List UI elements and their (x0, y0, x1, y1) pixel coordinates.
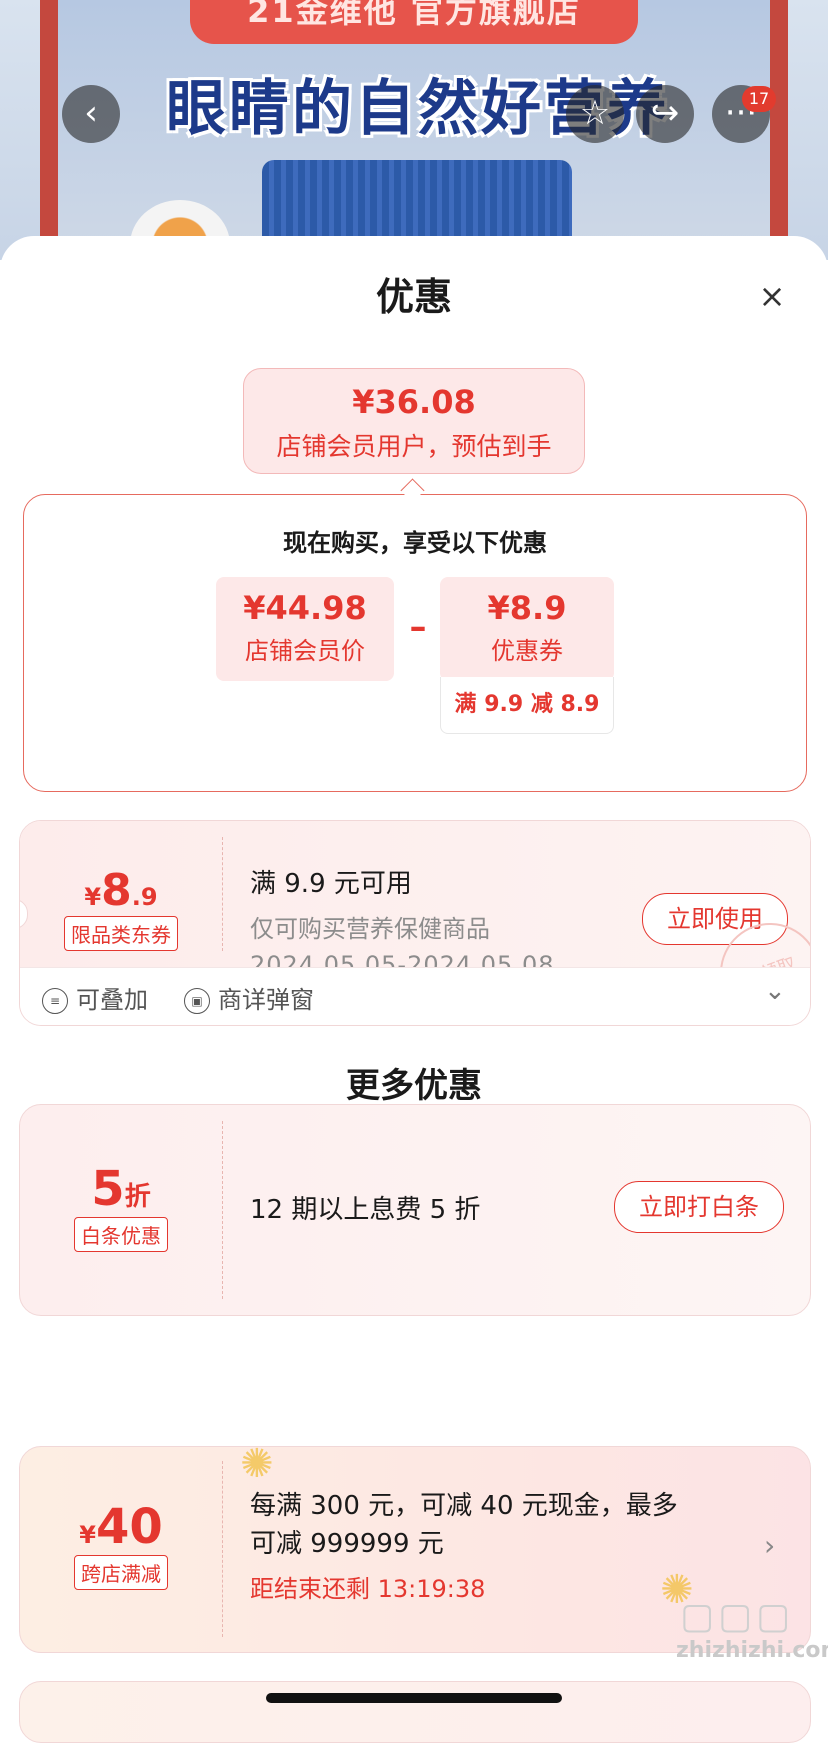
minus-operator: – (409, 607, 427, 647)
coupon-scope: 仅可购买营养保健商品 (250, 915, 490, 943)
watermark-text: zhizhizhi.com (676, 1638, 828, 1663)
calculation-title: 现在购买，享受以下优惠 (283, 529, 547, 557)
chevron-down-icon[interactable]: ⌄ (764, 976, 786, 1006)
sheet-title: 优惠 (375, 275, 452, 319)
coupon-value: ¥8.9 (20, 865, 222, 916)
cross-store-value-section: ¥40 跨店满减 (20, 1447, 222, 1590)
estimated-price-label: 店铺会员用户，预估到手 (276, 432, 552, 461)
baitiao-value-section: 5折 白条优惠 (20, 1105, 222, 1252)
coupon-condition: 满 9.9 减 8.9 (440, 677, 614, 734)
coupon-footer: ≡ 可叠加 ▣ 商详弹窗 ⌄ (20, 967, 810, 1025)
coupon-amount-int: 8 (101, 865, 132, 916)
store-banner: 21金维他 官方旗舰店 (190, 0, 638, 44)
stackable-label: 可叠加 (76, 986, 148, 1014)
cross-store-tag: 跨店满减 (74, 1555, 168, 1590)
coupon-currency: ¥ (84, 883, 102, 911)
product-header-background: 21金维他 官方旗舰店 眼睛的自然好营养 ‹ ☆ ↪ ··· 17 (0, 0, 828, 260)
chevron-right-icon[interactable]: › (764, 1529, 775, 1562)
estimated-price-box: ¥36.08 店铺会员用户，预估到手 (243, 368, 585, 474)
coupon-amount-dec: .9 (131, 883, 158, 911)
popup-info: ▣ 商详弹窗 (184, 980, 314, 1015)
baitiao-tag: 白条优惠 (74, 1217, 168, 1252)
coupon-value-section: ¥8.9 限品类东券 (20, 821, 222, 967)
discount-calculation: 现在购买，享受以下优惠 ¥44.98 店铺会员价 – ¥8.9 优惠券 满 9.… (23, 494, 807, 792)
countdown-text: 距结束还剩 13:19:38 (250, 1575, 486, 1603)
member-price-label: 店铺会员价 (245, 637, 365, 665)
favorite-icon[interactable]: ☆ (566, 85, 624, 143)
cross-store-value: ¥40 (20, 1499, 222, 1555)
cross-store-rule-line1: 每满 300 元，可减 40 元现金，最多 (250, 1491, 678, 1521)
member-price: ¥44.98 (243, 589, 367, 627)
baitiao-divider (222, 1121, 223, 1299)
baitiao-unit: 折 (124, 1182, 151, 1212)
discount-sheet: 优惠 × ¥36.08 店铺会员用户，预估到手 现在购买，享受以下优惠 ¥44.… (0, 236, 828, 1743)
baitiao-discount: 5 (91, 1161, 125, 1217)
coupon-card: ¥8.9 限品类东券 满 9.9 元可用 仅可购买营养保健商品 2024.05.… (19, 820, 811, 1026)
stackable-info: ≡ 可叠加 (42, 980, 148, 1015)
coupon-title: 满 9.9 元可用 (250, 869, 412, 899)
next-promo-card-partial[interactable] (19, 1681, 811, 1743)
popup-icon: ▣ (184, 988, 210, 1014)
cross-store-divider (222, 1461, 223, 1637)
coupon-amount-tile: ¥8.9 优惠券 (440, 577, 614, 681)
firework-decoration: ✺ (240, 1446, 274, 1487)
popup-label: 商详弹窗 (218, 986, 314, 1014)
home-indicator[interactable] (266, 1693, 562, 1703)
product-slogan: 眼睛的自然好营养 (166, 74, 670, 144)
product-image-frame-right (770, 0, 788, 260)
coupon-label: 优惠券 (491, 637, 563, 665)
close-icon[interactable]: × (752, 276, 792, 316)
cross-store-currency: ¥ (79, 1521, 96, 1549)
notification-badge: 17 (742, 86, 776, 112)
coupon-body: ¥8.9 限品类东券 满 9.9 元可用 仅可购买营养保健商品 2024.05.… (20, 821, 810, 1025)
cross-store-rule-line2: 可减 999999 元 (250, 1529, 444, 1559)
estimated-price: ¥36.08 (352, 383, 476, 421)
coupon-type-tag: 限品类东券 (64, 916, 178, 951)
share-icon[interactable]: ↪ (636, 85, 694, 143)
watermark-logo: ▢▢▢ (680, 1596, 795, 1637)
baitiao-value: 5折 (20, 1161, 222, 1217)
member-price-tile: ¥44.98 店铺会员价 (216, 577, 394, 681)
cross-store-amount: 40 (95, 1499, 163, 1555)
baitiao-description: 12 期以上息费 5 折 (250, 1195, 481, 1225)
product-image-frame-left (40, 0, 58, 260)
baitiao-promo-card: 5折 白条优惠 12 期以上息费 5 折 立即打白条 (19, 1104, 811, 1316)
stack-icon: ≡ (42, 988, 68, 1014)
use-baitiao-button[interactable]: 立即打白条 (614, 1181, 784, 1233)
coupon-amount: ¥8.9 (487, 589, 567, 627)
coupon-divider (222, 837, 223, 951)
back-icon[interactable]: ‹ (62, 85, 120, 143)
more-discounts-title: 更多优惠 (346, 1066, 482, 1106)
